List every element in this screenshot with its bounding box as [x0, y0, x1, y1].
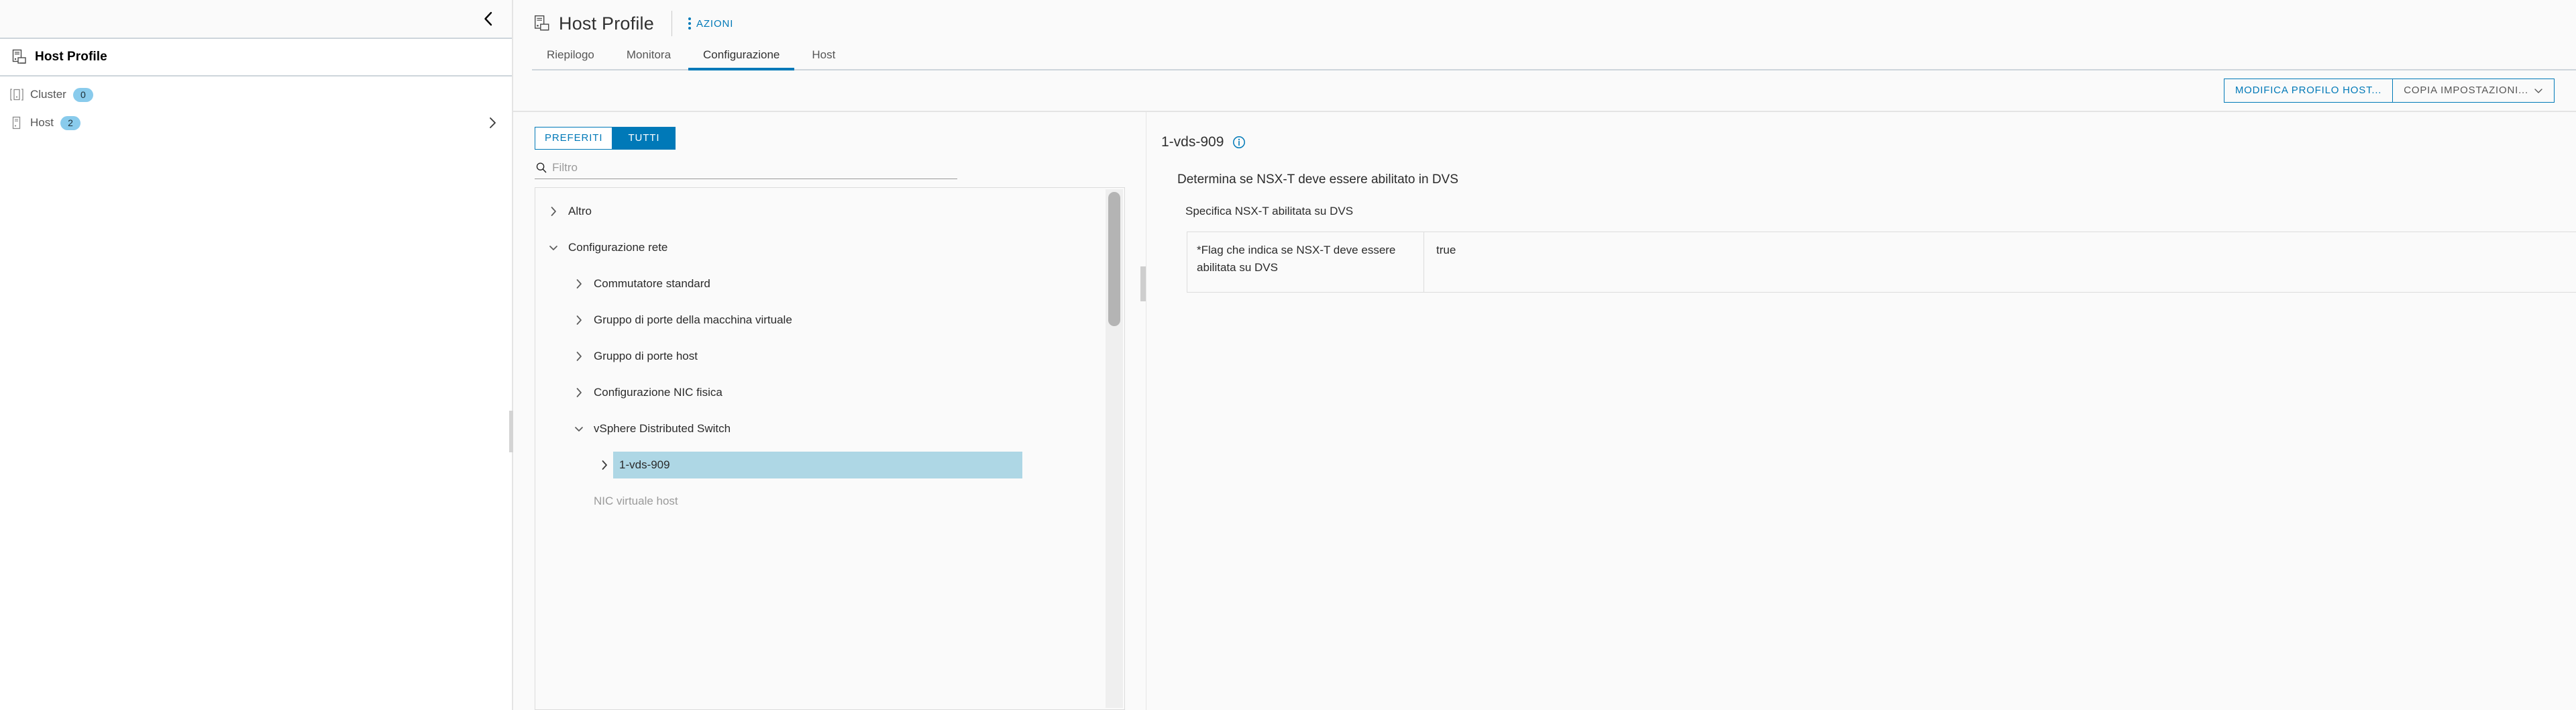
tree-scrollbar[interactable]	[1106, 189, 1123, 708]
info-circle-icon[interactable]	[1232, 135, 1246, 150]
tree-item[interactable]: Commutatore standard	[535, 266, 1124, 302]
actions-menu-label: AZIONI	[696, 17, 734, 30]
tree-item-label: Altro	[568, 204, 592, 217]
main-content: Host Profile AZIONI Riepilogo Monitora C…	[513, 0, 2576, 710]
tree-item[interactable]: NIC virtuale host	[535, 483, 1124, 519]
chevron-right-icon[interactable]	[570, 275, 588, 293]
property-key: *Flag che indica se NSX-T deve essere ab…	[1187, 231, 1424, 293]
tree-item-selected[interactable]: 1-vds-909	[535, 447, 1124, 483]
page-header: Host Profile AZIONI Riepilogo Monitora C…	[513, 0, 2576, 70]
tab-riepilogo[interactable]: Riepilogo	[532, 43, 609, 70]
chevron-right-icon[interactable]	[596, 456, 613, 474]
settings-tree-panel: PREFERITI TUTTI Filtro Altro Configurazi…	[513, 112, 1140, 710]
settings-tree: Altro Configurazione rete Commutatore st…	[535, 187, 1125, 710]
host-icon	[8, 114, 25, 132]
detail-title-row: 1-vds-909	[1161, 131, 2556, 154]
chevron-down-icon[interactable]	[545, 239, 562, 256]
tree-item-label: vSphere Distributed Switch	[594, 421, 731, 435]
tab-configurazione[interactable]: Configurazione	[688, 43, 795, 70]
toggle-preferiti[interactable]: PREFERITI	[535, 126, 613, 150]
filter-row	[535, 158, 957, 179]
panel-resize-handle[interactable]	[1140, 266, 1146, 301]
chevron-left-icon[interactable]	[477, 7, 500, 30]
favorites-all-toggle-group: PREFERITI TUTTI	[535, 126, 1140, 150]
toolbar-button-group: MODIFICA PROFILO HOST... COPIA IMPOSTAZI…	[2223, 78, 2555, 103]
copy-settings-label: COPIA IMPOSTAZIONI...	[2404, 85, 2528, 97]
table-row: *Flag che indica se NSX-T deve essere ab…	[1187, 231, 2576, 293]
action-toolbar: MODIFICA PROFILO HOST... COPIA IMPOSTAZI…	[513, 70, 2576, 112]
page-tabs: Riepilogo Monitora Configurazione Host	[532, 42, 2576, 70]
tree-item[interactable]: Gruppo di porte host	[535, 338, 1124, 374]
chevron-right-icon[interactable]	[570, 348, 588, 365]
chevron-right-icon[interactable]	[545, 203, 562, 220]
cluster-icon	[8, 86, 25, 103]
sidebar-item-count-badge: 0	[72, 87, 93, 102]
detail-description: Determina se NSX-T deve essere abilitato…	[1177, 172, 1458, 187]
chevron-right-icon[interactable]	[485, 115, 500, 130]
app-root: Host Profile Cluster 0 Host 2 Host Profi…	[0, 0, 2576, 710]
chevron-down-icon[interactable]	[570, 420, 588, 438]
edit-host-profile-button[interactable]: MODIFICA PROFILO HOST...	[2223, 78, 2394, 103]
left-sidebar: Host Profile Cluster 0 Host 2	[0, 0, 513, 710]
tree-item-label: 1-vds-909	[619, 458, 670, 471]
page-title: Host Profile	[559, 13, 654, 34]
filter-input[interactable]	[552, 161, 957, 175]
setting-detail-panel: 1-vds-909 Determina se NSX-T deve essere…	[1146, 111, 2576, 710]
copy-settings-button[interactable]: COPIA IMPOSTAZIONI...	[2393, 78, 2555, 103]
search-icon	[535, 161, 547, 174]
settings-tree-scroll-area: Altro Configurazione rete Commutatore st…	[535, 188, 1124, 709]
tab-monitora[interactable]: Monitora	[612, 43, 686, 70]
tree-item[interactable]: Altro	[535, 193, 1124, 230]
chevron-down-icon	[2534, 87, 2543, 94]
kebab-menu-icon	[688, 17, 691, 30]
sidebar-object-title: Host Profile	[35, 50, 107, 64]
tree-item[interactable]: Configurazione NIC fisica	[535, 374, 1124, 411]
tree-item-label: Configurazione NIC fisica	[594, 385, 722, 399]
sidebar-item-count-badge: 2	[60, 115, 80, 130]
toggle-tutti[interactable]: TUTTI	[612, 126, 676, 150]
page-title-row: Host Profile AZIONI	[532, 9, 2576, 38]
detail-subtitle: Specifica NSX-T abilitata su DVS	[1185, 204, 1354, 217]
tree-item[interactable]: Configurazione rete	[535, 230, 1124, 266]
host-profile-icon	[532, 13, 552, 34]
tree-item-label: Configurazione rete	[568, 240, 668, 254]
tree-item-label: Gruppo di porte host	[594, 349, 698, 362]
sidebar-item-host[interactable]: Host 2	[0, 109, 512, 137]
panel-resize-splitter[interactable]	[1140, 112, 1146, 710]
chevron-right-icon[interactable]	[570, 384, 588, 401]
tab-host[interactable]: Host	[797, 43, 850, 70]
tree-scrollbar-thumb[interactable]	[1108, 191, 1120, 326]
configuration-split-view: PREFERITI TUTTI Filtro Altro Configurazi…	[513, 111, 2576, 710]
tree-item[interactable]: vSphere Distributed Switch	[535, 411, 1124, 447]
sidebar-item-list: Cluster 0 Host 2	[0, 77, 512, 137]
tree-item-label: NIC virtuale host	[594, 494, 678, 507]
sidebar-object-header: Host Profile	[0, 39, 512, 77]
actions-menu-button[interactable]: AZIONI	[687, 15, 735, 32]
property-table: *Flag che indica se NSX-T deve essere ab…	[1187, 231, 2576, 293]
host-profile-icon	[9, 47, 30, 67]
sidebar-item-cluster[interactable]: Cluster 0	[0, 81, 512, 109]
tree-item-label: Commutatore standard	[594, 276, 710, 290]
sidebar-topbar	[0, 0, 512, 39]
property-value: true	[1424, 231, 2576, 293]
chevron-right-icon[interactable]	[570, 311, 588, 329]
sidebar-item-label: Cluster	[30, 88, 66, 101]
tree-item[interactable]: Gruppo di porte della macchina virtuale	[535, 302, 1124, 338]
detail-title: 1-vds-909	[1161, 134, 1224, 150]
tree-item-label: Gruppo di porte della macchina virtuale	[594, 313, 792, 326]
sidebar-item-label: Host	[30, 116, 54, 129]
